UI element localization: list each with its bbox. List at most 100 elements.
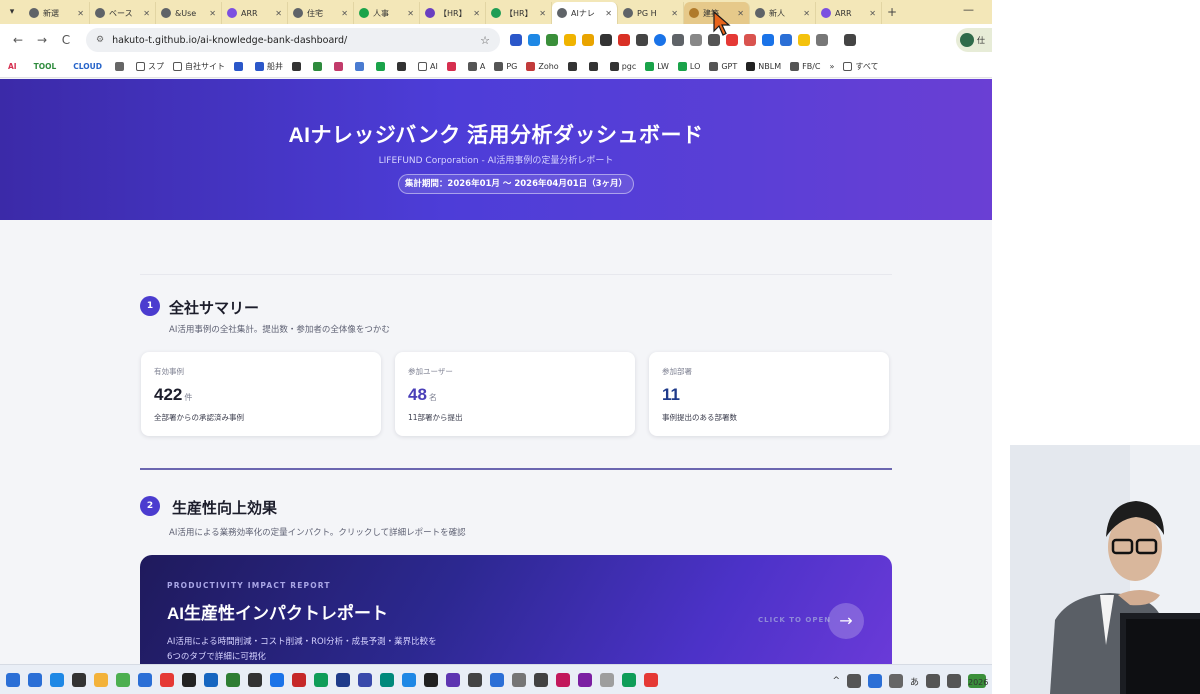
new-tab-button[interactable]: + — [882, 5, 902, 19]
taskbar-app-icon[interactable] — [72, 672, 86, 687]
taskbar-app-icon[interactable] — [556, 672, 570, 687]
tray-chevron-icon[interactable]: ^ — [832, 676, 840, 686]
bookmark-item[interactable]: NBLM — [746, 62, 781, 71]
bookmark-item[interactable]: FB/C — [790, 62, 821, 71]
taskbar-app-icon[interactable] — [28, 672, 42, 687]
extension-icon[interactable] — [528, 34, 540, 46]
extension-icon[interactable] — [762, 34, 774, 46]
taskbar-app-icon[interactable] — [424, 672, 438, 687]
taskbar-app-icon[interactable] — [578, 672, 592, 687]
bookmark-folder[interactable]: AI — [417, 62, 438, 71]
bookmark-item[interactable] — [375, 62, 388, 71]
forward-button[interactable]: → — [30, 33, 54, 47]
bookmark-tag[interactable]: CLOUD — [69, 61, 106, 72]
browser-tab[interactable]: AIナレ ✕ — [552, 2, 618, 24]
bookmark-item[interactable] — [354, 62, 367, 71]
extension-icon[interactable] — [798, 34, 810, 46]
taskbar-app-icon[interactable] — [512, 672, 526, 687]
bookmark-item[interactable] — [567, 62, 580, 71]
taskbar-app-icon[interactable] — [182, 672, 196, 687]
tab-search-button[interactable]: ▾ — [0, 0, 24, 24]
extension-icon[interactable] — [600, 34, 612, 46]
browser-tab[interactable]: ARR ✕ — [816, 2, 882, 24]
browser-tab[interactable]: ベース ✕ — [90, 2, 156, 24]
browser-tab[interactable]: 住宅 ✕ — [288, 2, 354, 24]
bookmark-folder[interactable]: スプ — [135, 61, 164, 72]
browser-tab[interactable]: 【HR】 ✕ — [420, 2, 486, 24]
tab-close-icon[interactable]: ✕ — [671, 9, 678, 18]
tab-close-icon[interactable]: ✕ — [209, 9, 216, 18]
bookmark-item[interactable]: A — [467, 62, 485, 71]
extension-icon[interactable] — [546, 34, 558, 46]
taskbar-app-icon[interactable] — [358, 672, 372, 687]
extension-icon[interactable] — [636, 34, 648, 46]
bookmark-item[interactable]: 船井 — [254, 61, 283, 72]
bookmark-item[interactable]: PG — [494, 62, 517, 71]
taskbar-app-icon[interactable] — [644, 672, 658, 687]
extension-icon[interactable] — [780, 34, 792, 46]
taskbar-app-icon[interactable] — [50, 672, 64, 687]
taskbar-app-icon[interactable] — [292, 672, 306, 687]
tab-close-icon[interactable]: ✕ — [539, 9, 546, 18]
taskbar-app-icon[interactable] — [380, 672, 394, 687]
ime-indicator[interactable]: あ — [910, 675, 919, 688]
taskbar-app-icon[interactable] — [336, 672, 350, 687]
taskbar-app-icon[interactable] — [204, 672, 218, 687]
extension-icon[interactable] — [564, 34, 576, 46]
tab-close-icon[interactable]: ✕ — [803, 9, 810, 18]
minimize-button[interactable]: — — [963, 3, 974, 16]
extension-icon[interactable] — [618, 34, 630, 46]
bookmark-item[interactable] — [312, 62, 325, 71]
bookmark-item[interactable] — [446, 62, 459, 71]
browser-tab[interactable]: PG H ✕ — [618, 2, 684, 24]
bookmark-item[interactable]: GPT — [709, 62, 737, 71]
bookmark-tag[interactable]: TOOL — [30, 61, 61, 72]
bookmark-item[interactable] — [396, 62, 409, 71]
taskbar-app-icon[interactable] — [314, 672, 328, 687]
bookmark-item[interactable]: LO — [677, 62, 700, 71]
tab-close-icon[interactable]: ✕ — [407, 9, 414, 18]
browser-tab[interactable]: 新人 ✕ — [750, 2, 816, 24]
tab-close-icon[interactable]: ✕ — [143, 9, 150, 18]
taskbar-app-icon[interactable] — [226, 672, 240, 687]
bookmark-folder[interactable]: 自社サイト — [172, 61, 225, 72]
profile-button[interactable]: 仕 — [956, 28, 992, 52]
browser-tab[interactable]: 【HR】 ✕ — [486, 2, 552, 24]
taskbar-app-icon[interactable] — [534, 672, 548, 687]
taskbar-app-icon[interactable] — [490, 672, 504, 687]
extension-icon[interactable] — [744, 34, 756, 46]
bookmark-item[interactable]: pgc — [609, 62, 636, 71]
bookmark-item[interactable]: Zoho — [526, 62, 559, 71]
productivity-report-card[interactable]: PRODUCTIVITY IMPACT REPORT AI生産性インパクトレポー… — [140, 555, 892, 665]
tab-close-icon[interactable]: ✕ — [275, 9, 282, 18]
tray-app-icon[interactable] — [867, 674, 882, 688]
extension-icon[interactable] — [654, 34, 666, 46]
bookmark-item[interactable] — [291, 62, 304, 71]
taskbar-app-icon[interactable] — [160, 672, 174, 687]
extensions-puzzle-icon[interactable] — [816, 34, 828, 46]
extension-icon[interactable] — [582, 34, 594, 46]
arrow-right-icon[interactable]: → — [828, 603, 864, 639]
browser-tab[interactable]: ARR ✕ — [222, 2, 288, 24]
reload-button[interactable]: C — [54, 33, 78, 47]
download-icon[interactable] — [844, 34, 856, 46]
site-info-icon[interactable]: ⚙ — [96, 35, 104, 45]
apps-button[interactable] — [114, 62, 127, 71]
tab-close-icon[interactable]: ✕ — [341, 9, 348, 18]
tab-close-icon[interactable]: ✕ — [473, 9, 480, 18]
taskbar-app-icon[interactable] — [600, 672, 614, 687]
taskbar-app-icon[interactable] — [94, 672, 108, 687]
browser-tab[interactable]: 人事 ✕ — [354, 2, 420, 24]
browser-tab[interactable]: 新選 ✕ — [24, 2, 90, 24]
bookmark-item[interactable] — [588, 62, 601, 71]
bookmark-item[interactable] — [233, 62, 246, 71]
wifi-icon[interactable] — [926, 674, 940, 688]
taskbar-app-icon[interactable] — [402, 672, 416, 687]
taskbar-app-icon[interactable] — [622, 672, 636, 687]
tab-close-icon[interactable]: ✕ — [77, 9, 84, 18]
extension-icon[interactable] — [690, 34, 702, 46]
microphone-icon[interactable] — [888, 674, 903, 688]
click-to-open-label[interactable]: CLICK TO OPEN — [758, 616, 831, 624]
bookmark-item[interactable]: LW — [645, 62, 669, 71]
bookmarks-overflow-button[interactable]: » — [830, 62, 835, 71]
